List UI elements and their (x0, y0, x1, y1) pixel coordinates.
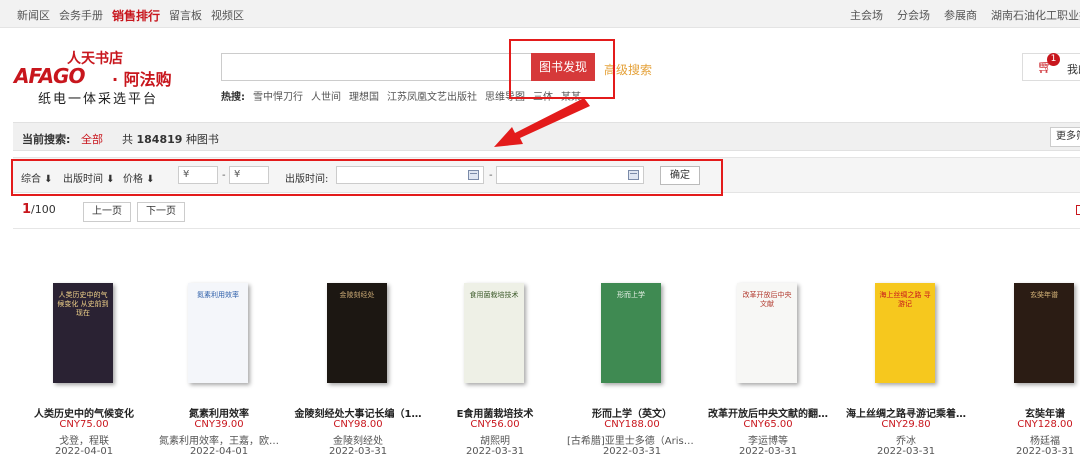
book-cover[interactable]: 人类历史中的气候变化 从史前到现在 (53, 283, 113, 383)
book-cover[interactable]: 改革开放后中央文献 (737, 283, 797, 383)
book-cover-title: 玄奘年谱 (1030, 291, 1058, 299)
book-author: 氮素利用效率，王嘉，欧… (159, 436, 279, 447)
book-cover-title: 食用菌栽培技术 (469, 291, 519, 299)
view-toggle-icon[interactable] (1076, 205, 1080, 215)
nav-sales-ranking[interactable]: 销售排行 (112, 7, 160, 24)
book-author: 李运博等 (748, 436, 788, 447)
current-search-label: 当前搜索: (22, 133, 71, 146)
cart-label: 我的 (1067, 63, 1080, 76)
book-cover-title: 改革开放后中央文献 (742, 291, 792, 308)
book-author: [古希腊]亚里士多德（Arist… (567, 436, 697, 447)
book-cover[interactable]: 氮素利用效率 (188, 283, 248, 383)
book-cover[interactable]: 玄奘年谱 (1014, 283, 1074, 383)
book-title[interactable]: E食用菌栽培技术 (430, 405, 560, 420)
result-count: 共 184819 种图书 (122, 133, 219, 146)
annotation-highlight-search (509, 39, 615, 99)
book-date: 2022-03-31 (602, 446, 662, 457)
search-input[interactable] (221, 53, 531, 81)
nav-news[interactable]: 新闻区 (17, 7, 50, 24)
book-author: 戈登，程联 (59, 436, 109, 447)
book-price: CNY98.00 (333, 419, 383, 430)
current-search-bar: 当前搜索: 全部 共 184819 种图书 更多筛选 (13, 122, 1080, 151)
result-count-number: 184819 (136, 133, 183, 146)
book-date: 2022-04-01 (189, 446, 249, 457)
book-cover-title: 人类历史中的气候变化 从史前到现在 (57, 291, 109, 317)
nav-handbook[interactable]: 会务手册 (59, 7, 103, 24)
cart-button[interactable]: 🛒︎ 1 我的 (1022, 53, 1080, 81)
book-title[interactable]: 改革开放后中央文献的翻… (703, 405, 833, 420)
book-cover[interactable]: 金陵刻经处 (327, 283, 387, 383)
book-title[interactable]: 人类历史中的气候变化 (19, 405, 149, 420)
book-cover[interactable]: 食用菌栽培技术 (464, 283, 524, 383)
book-price: CNY128.00 (1017, 419, 1073, 430)
book-price: CNY65.00 (743, 419, 793, 430)
more-filters-button[interactable]: 更多筛选 (1050, 127, 1080, 147)
logo-slogan: 纸电一体采选平台 (38, 92, 159, 107)
nav-user-org[interactable]: 湖南石油化工职业技 (991, 7, 1080, 23)
prev-page-button[interactable]: 上一页 (83, 202, 131, 222)
book-date: 2022-04-01 (54, 446, 114, 457)
book-date: 2022-03-31 (1015, 446, 1075, 457)
logo-brand: AFAGO (14, 64, 85, 88)
book-title[interactable]: 玄奘年谱 (980, 405, 1080, 420)
book-title[interactable]: 氮素利用效率 (154, 405, 284, 420)
book-cover-title: 氮素利用效率 (197, 291, 239, 299)
next-page-button[interactable]: 下一页 (137, 202, 185, 222)
top-nav-right: 主会场 分会场 参展商 湖南石油化工职业技 (850, 7, 1080, 23)
book-date: 2022-03-31 (738, 446, 798, 457)
nav-video[interactable]: 视频区 (211, 7, 244, 24)
nav-main-venue[interactable]: 主会场 (850, 7, 883, 23)
book-price: CNY29.80 (881, 419, 931, 430)
book-price: CNY188.00 (604, 419, 660, 430)
top-nav: 新闻区 会务手册 销售排行 留言板 视频区 主会场 分会场 参展商 湖南石油化工… (0, 0, 1080, 28)
book-date: 2022-03-31 (465, 446, 525, 457)
current-search-all[interactable]: 全部 (81, 131, 103, 147)
book-price: CNY56.00 (470, 419, 520, 430)
nav-sub-venue[interactable]: 分会场 (897, 7, 930, 23)
site-logo[interactable]: 人天书店 AFAGO · 阿法购 纸电一体采选平台 (12, 46, 192, 107)
pagination: 1/100 上一页 下一页 (13, 193, 1080, 229)
book-price: CNY39.00 (194, 419, 244, 430)
book-author: 杨廷福 (1030, 436, 1060, 447)
hot-term[interactable]: 江苏凤凰文艺出版社 (387, 88, 477, 103)
book-title[interactable]: 海上丝绸之路寻游记乘着… (841, 405, 971, 420)
book-price: CNY75.00 (59, 419, 109, 430)
book-author: 乔冰 (896, 436, 916, 447)
page-indicator: 1/100 (22, 202, 56, 217)
book-cover-title: 金陵刻经处 (339, 291, 375, 299)
book-cover[interactable]: 形而上学 (601, 283, 661, 383)
book-author: 金陵刻经处 (333, 436, 383, 447)
book-date: 2022-03-31 (876, 446, 936, 457)
hot-term[interactable]: 人世间 (311, 88, 341, 103)
hot-term[interactable]: 雪中悍刀行 (253, 88, 303, 103)
hot-term[interactable]: 理想国 (349, 88, 379, 103)
cart-badge: 1 (1047, 53, 1060, 66)
nav-exhibitors[interactable]: 参展商 (944, 7, 977, 23)
hot-search-label: 热搜: (221, 92, 245, 103)
book-cover-title: 海上丝绸之路 寻游记 (879, 291, 931, 308)
current-page: 1 (22, 202, 32, 217)
annotation-highlight-filter (11, 159, 723, 196)
book-author: 胡熙明 (480, 436, 510, 447)
book-date: 2022-03-31 (328, 446, 388, 457)
book-cover[interactable]: 海上丝绸之路 寻游记 (875, 283, 935, 383)
total-pages: /100 (31, 203, 56, 216)
book-cover-title: 形而上学 (617, 291, 645, 299)
logo-brand-cn: · 阿法购 (112, 70, 172, 89)
book-title[interactable]: 形而上学（英文） (567, 405, 697, 420)
top-nav-left: 新闻区 会务手册 销售排行 留言板 视频区 (17, 7, 244, 24)
nav-message-board[interactable]: 留言板 (169, 7, 202, 24)
book-title[interactable]: 金陵刻经处大事记长编（1… (293, 405, 423, 420)
